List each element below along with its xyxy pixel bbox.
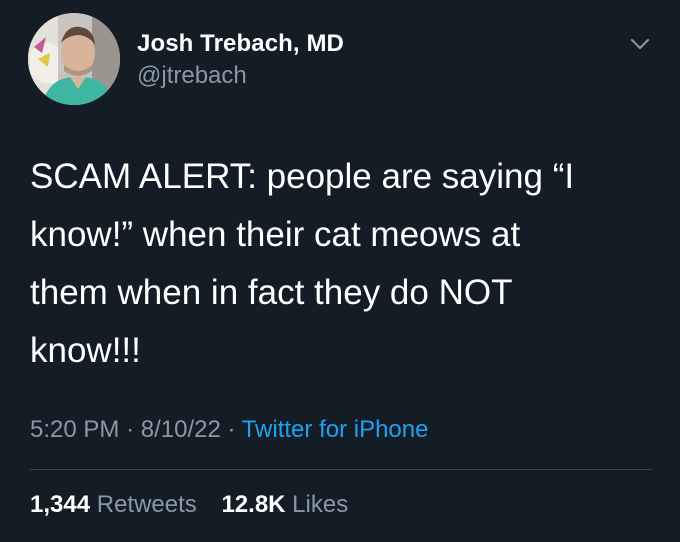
likes-label: Likes [292,491,349,518]
tweet-text: SCAM ALERT: people are saying “I know!” … [30,157,575,370]
retweets-stat[interactable]: 1,344 Retweets [30,491,197,519]
avatar[interactable] [28,13,120,105]
meta-separator: · [227,416,236,443]
likes-count: 12.8K [221,491,286,518]
tweet-stats: 1,344 Retweets 12.8K Likes [30,491,366,519]
author-display-name[interactable]: Josh Trebach, MD [137,30,344,58]
tweet-meta: 5:20 PM · 8/10/22 · Twitter for iPhone [30,416,428,444]
avatar-image [28,13,120,105]
tweet-time[interactable]: 5:20 PM [30,416,119,443]
divider [30,469,652,470]
chevron-down-icon[interactable] [628,32,652,56]
meta-separator: · [126,416,135,443]
retweets-count: 1,344 [30,491,91,518]
tweet-card: Josh Trebach, MD @jtrebach SCAM ALERT: p… [0,0,680,542]
tweet-date[interactable]: 8/10/22 [141,416,221,443]
author-handle[interactable]: @jtrebach [137,62,247,90]
tweet-source-link[interactable]: Twitter for iPhone [242,416,429,443]
likes-stat[interactable]: 12.8K Likes [221,491,348,519]
retweets-label: Retweets [96,491,197,518]
